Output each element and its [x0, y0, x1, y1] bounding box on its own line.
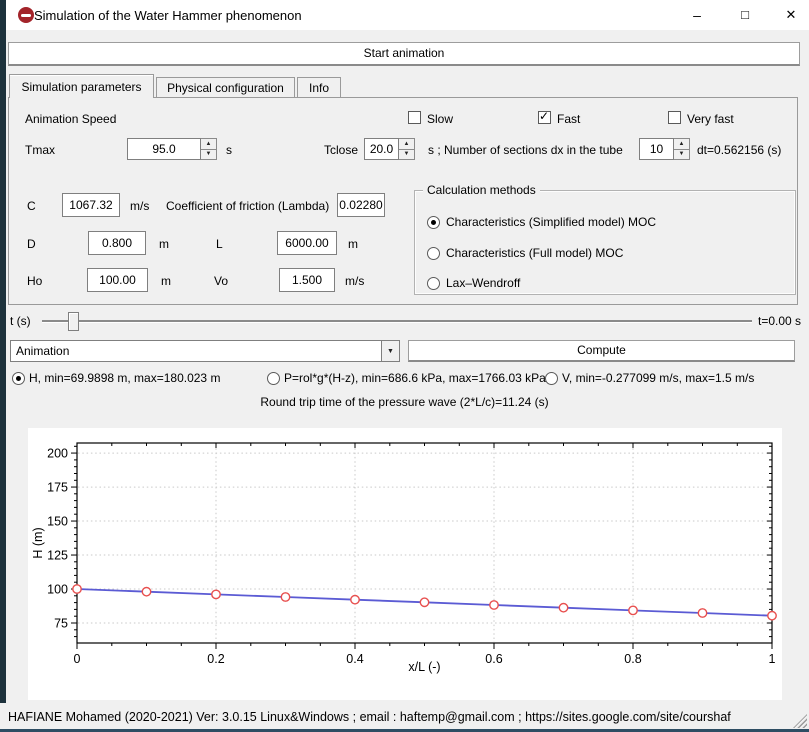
display-p-label[interactable]: P=rol*g*(H-z), min=686.6 kPa, max=1766.0… — [284, 371, 546, 385]
close-button[interactable]: ✕ — [776, 0, 806, 30]
display-h-label[interactable]: H, min=69.9898 m, max=180.023 m — [29, 371, 220, 385]
app-icon — [18, 7, 34, 23]
vo-unit: m/s — [345, 274, 364, 288]
window-title: Simulation of the Water Hammer phenomeno… — [34, 8, 302, 23]
sections-value[interactable]: 10 — [639, 138, 674, 160]
chevron-down-icon[interactable]: ▼ — [381, 341, 399, 361]
display-v-radio[interactable] — [545, 372, 558, 385]
time-slider-label: t (s) — [10, 314, 31, 328]
tmax-spinner[interactable]: 95.0 ▲ ▼ — [127, 138, 217, 160]
svg-text:1: 1 — [769, 652, 776, 666]
vo-field[interactable]: 1.500 — [279, 268, 335, 292]
fast-checkbox[interactable]: ✓ — [538, 111, 551, 124]
sections-label: s ; Number of sections dx in the tube — [428, 143, 623, 157]
l-label: L — [216, 237, 223, 251]
desktop-background — [0, 0, 6, 703]
display-mode-combobox[interactable]: Animation ▼ — [10, 340, 400, 362]
svg-text:150: 150 — [47, 515, 68, 529]
svg-text:200: 200 — [47, 447, 68, 461]
c-unit: m/s — [130, 199, 149, 213]
chart-svg: 75 100 125 150 175 200 0 0.2 0.4 0.6 0.8 1 H (m) x/L … — [28, 428, 782, 700]
svg-text:125: 125 — [47, 549, 68, 563]
ho-field[interactable]: 100.00 — [87, 268, 148, 292]
tab-simulation-parameters[interactable]: Simulation parameters — [9, 74, 154, 98]
very-fast-checkbox-label[interactable]: Very fast — [687, 112, 734, 126]
svg-text:100: 100 — [47, 583, 68, 597]
display-h-radio[interactable] — [12, 372, 25, 385]
compute-button[interactable]: Compute — [408, 340, 795, 362]
lambda-label: Coefficient of friction (Lambda) — [166, 199, 329, 213]
c-field[interactable]: 1067.32 — [62, 193, 120, 217]
spin-up-icon[interactable]: ▲ — [201, 138, 217, 149]
tclose-value[interactable]: 20.0 — [364, 138, 399, 160]
method-full-radio[interactable] — [427, 247, 440, 260]
tmax-unit: s — [226, 143, 232, 157]
d-field[interactable]: 0.800 — [88, 231, 146, 255]
app-window: Simulation of the Water Hammer phenomeno… — [0, 0, 809, 732]
time-value-label: t=0.00 s — [758, 314, 801, 328]
ho-label: Ho — [27, 274, 42, 288]
time-slider-track[interactable] — [42, 320, 752, 322]
start-animation-button[interactable]: Start animation — [8, 42, 800, 66]
svg-text:0.8: 0.8 — [624, 652, 641, 666]
spin-down-icon[interactable]: ▼ — [201, 149, 217, 161]
ho-unit: m — [161, 274, 171, 288]
svg-text:175: 175 — [47, 481, 68, 495]
c-label: C — [27, 199, 36, 213]
d-label: D — [27, 237, 36, 251]
display-p-radio[interactable] — [267, 372, 280, 385]
svg-text:H (m): H (m) — [31, 527, 45, 558]
chart-panel: 75 100 125 150 175 200 0 0.2 0.4 0.6 0.8 1 H (m) x/L … — [28, 428, 782, 700]
d-unit: m — [159, 237, 169, 251]
calc-methods-groupbox: Calculation methods Characteristics (Sim… — [414, 190, 796, 295]
method-full-label[interactable]: Characteristics (Full model) MOC — [446, 246, 623, 260]
time-slider-thumb[interactable] — [68, 312, 79, 331]
display-v-label[interactable]: V, min=-0.277099 m/s, max=1.5 m/s — [562, 371, 754, 385]
titlebar: Simulation of the Water Hammer phenomeno… — [6, 0, 809, 30]
tmax-label: Tmax — [25, 143, 55, 157]
combobox-value: Animation — [11, 344, 69, 358]
calc-methods-title: Calculation methods — [423, 183, 540, 197]
animation-speed-label: Animation Speed — [25, 112, 116, 126]
slow-checkbox-label[interactable]: Slow — [427, 112, 453, 126]
spin-down-icon[interactable]: ▼ — [674, 149, 690, 161]
method-simplified-label[interactable]: Characteristics (Simplified model) MOC — [446, 215, 656, 229]
status-text: HAFIANE Mohamed (2020-2021) Ver: 3.0.15 … — [8, 706, 731, 729]
spin-down-icon[interactable]: ▼ — [399, 149, 415, 161]
tab-physical-configuration[interactable]: Physical configuration — [156, 77, 295, 98]
maximize-button[interactable]: □ — [730, 0, 760, 30]
svg-text:0.4: 0.4 — [346, 652, 363, 666]
method-simplified-radio[interactable] — [427, 216, 440, 229]
sections-spinner[interactable]: 10 ▲ ▼ — [639, 138, 690, 160]
round-trip-label: Round trip time of the pressure wave (2*… — [0, 395, 809, 409]
spin-up-icon[interactable]: ▲ — [399, 138, 415, 149]
method-lax-wendroff-radio[interactable] — [427, 277, 440, 290]
statusbar: HAFIANE Mohamed (2020-2021) Ver: 3.0.15 … — [0, 706, 809, 729]
svg-text:0.2: 0.2 — [207, 652, 224, 666]
svg-text:0: 0 — [74, 652, 81, 666]
svg-text:0.6: 0.6 — [485, 652, 502, 666]
app-icon-bar — [21, 14, 31, 17]
fast-checkbox-label[interactable]: Fast — [557, 112, 580, 126]
very-fast-checkbox[interactable]: ✓ — [668, 111, 681, 124]
tmax-value[interactable]: 95.0 — [127, 138, 201, 160]
spin-up-icon[interactable]: ▲ — [674, 138, 690, 149]
lambda-field[interactable]: 0.02280 — [337, 193, 385, 217]
tab-info[interactable]: Info — [297, 77, 341, 98]
slow-checkbox[interactable]: ✓ — [408, 111, 421, 124]
check-icon: ✓ — [539, 109, 549, 123]
svg-text:x/L (-): x/L (-) — [408, 660, 440, 674]
vo-label: Vo — [214, 274, 228, 288]
tclose-spinner[interactable]: 20.0 ▲ ▼ — [364, 138, 415, 160]
dt-label: dt=0.562156 (s) — [697, 143, 781, 157]
l-field[interactable]: 6000.00 — [277, 231, 337, 255]
method-lax-wendroff-label[interactable]: Lax–Wendroff — [446, 276, 520, 290]
minimize-button[interactable]: – — [682, 0, 712, 30]
tclose-label: Tclose — [324, 143, 358, 157]
svg-text:75: 75 — [54, 617, 68, 631]
l-unit: m — [348, 237, 358, 251]
